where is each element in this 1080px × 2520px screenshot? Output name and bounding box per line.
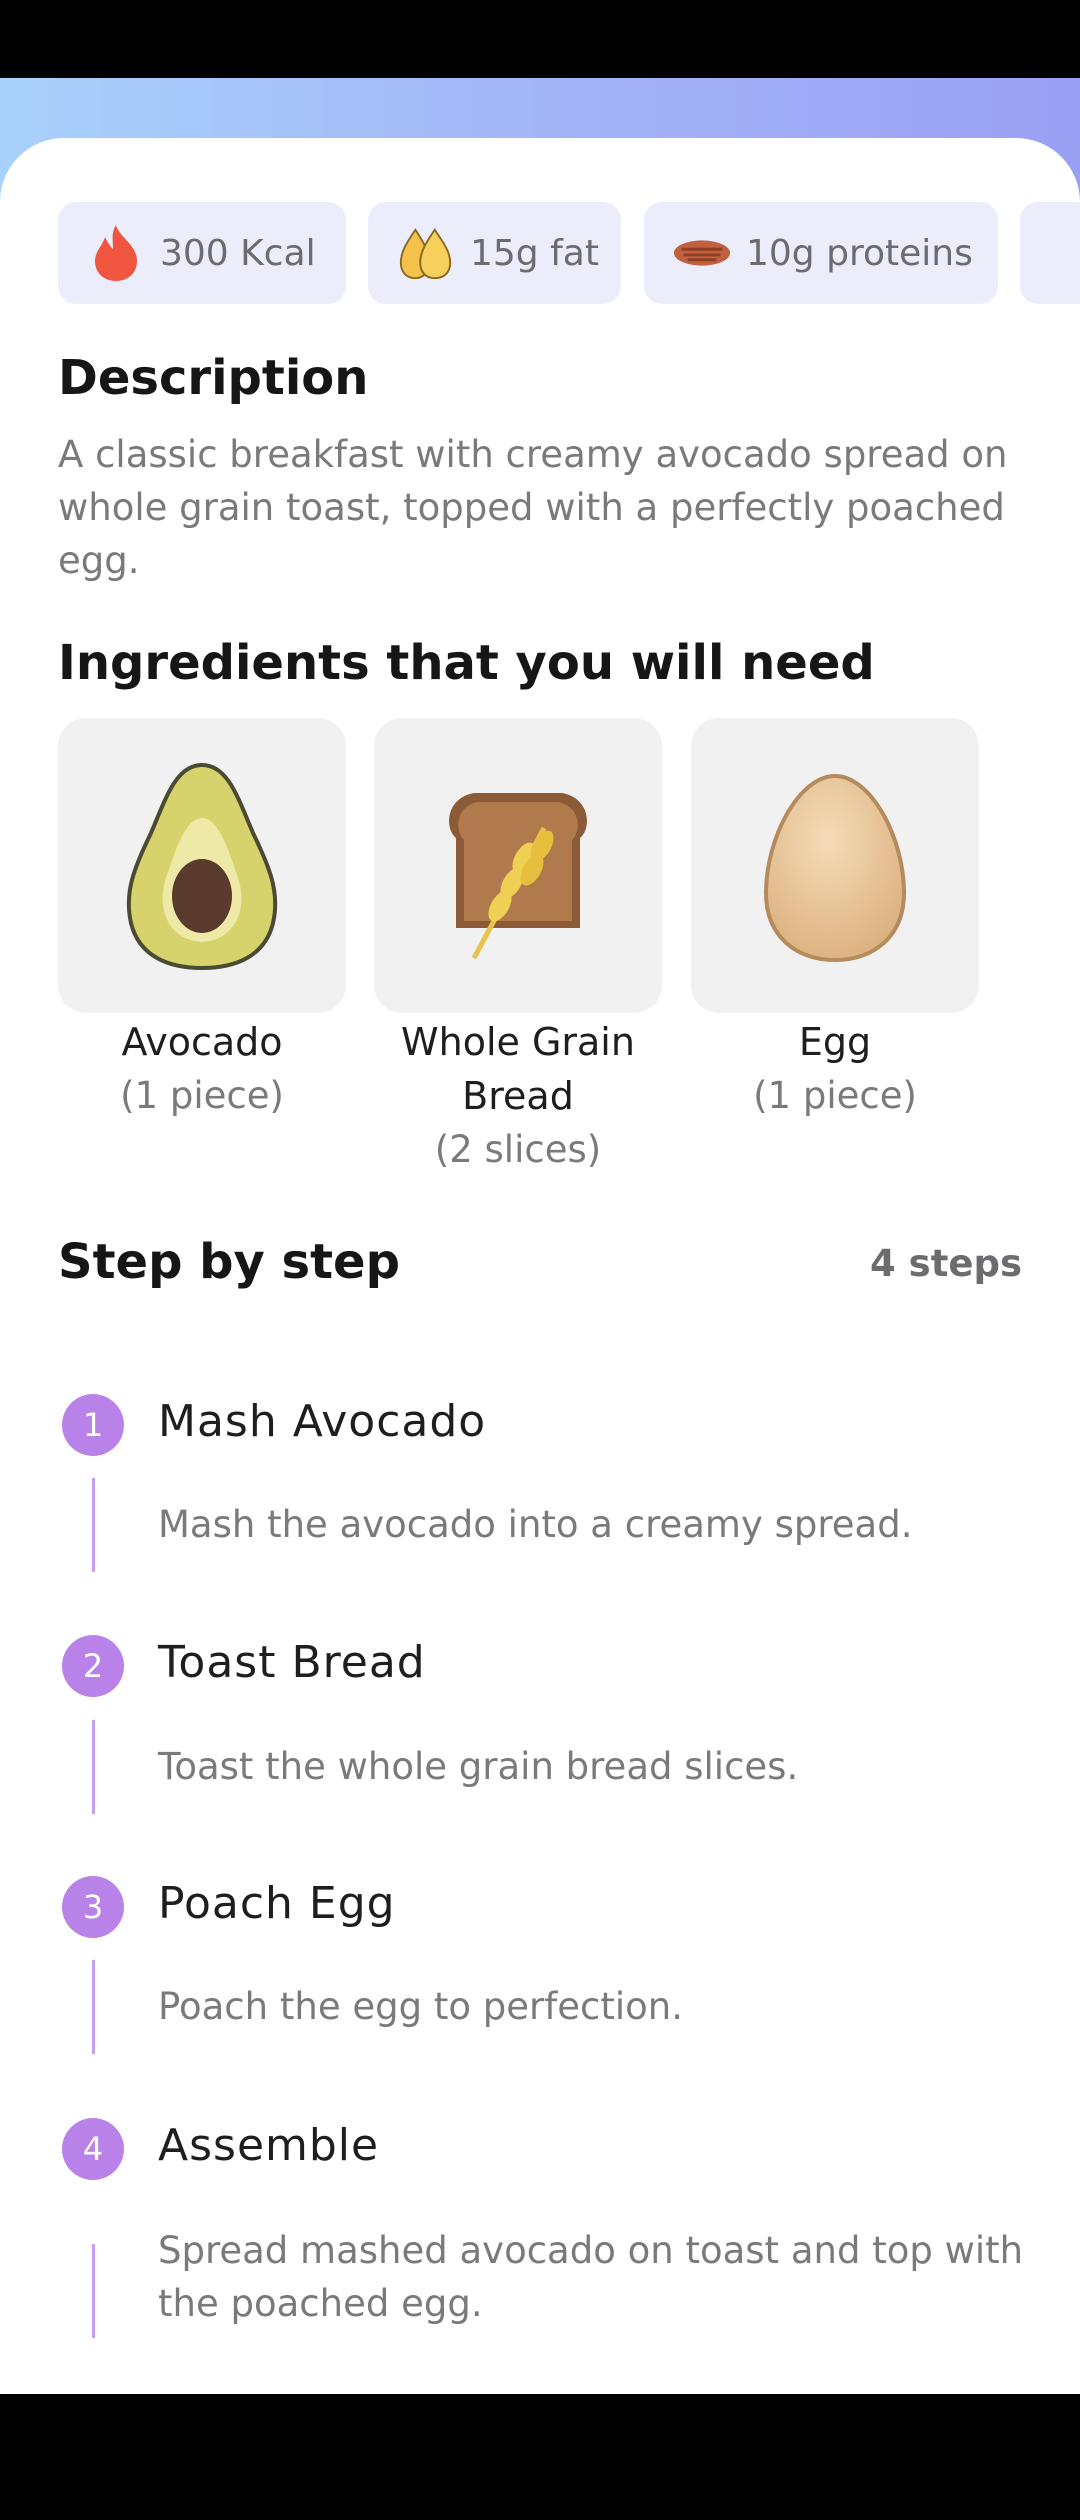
ingredient-card-egg[interactable] bbox=[691, 718, 979, 1013]
ingredient-name-avocado: Avocado bbox=[121, 1020, 283, 1064]
calories-label: 300 Kcal bbox=[160, 232, 316, 274]
step-title-1: Mash Avocado bbox=[158, 1396, 487, 1447]
ingredient-card-avocado[interactable] bbox=[58, 718, 346, 1013]
step-number-3: 3 bbox=[62, 1876, 124, 1938]
step-connector-2 bbox=[92, 1720, 95, 1814]
step-desc-3: Poach the egg to perfection. bbox=[158, 1985, 683, 2028]
flame-icon bbox=[86, 223, 146, 283]
fat-chip: 15g fat bbox=[368, 202, 621, 304]
fat-drops-icon bbox=[396, 223, 456, 283]
ingredient-name-egg: Egg bbox=[798, 1020, 872, 1064]
step-title-3: Poach Egg bbox=[158, 1878, 396, 1929]
step-title-2: Toast Bread bbox=[158, 1637, 426, 1688]
fat-label: 15g fat bbox=[470, 232, 599, 274]
avocado-icon bbox=[126, 762, 278, 971]
step-number-2: 2 bbox=[62, 1635, 124, 1697]
protein-chip: 10g proteins bbox=[644, 202, 998, 304]
protein-label: 10g proteins bbox=[746, 232, 973, 274]
steps-count: 4 steps bbox=[870, 1242, 1022, 1285]
step-connector-4 bbox=[92, 2244, 95, 2338]
calories-chip: 300 Kcal bbox=[58, 202, 346, 304]
steps-heading: Step by step bbox=[58, 1234, 400, 1290]
description-text: A classic breakfast with creamy avocado … bbox=[58, 433, 1008, 582]
bottom-system-bar bbox=[0, 2394, 1080, 2520]
ingredient-qty-egg: (1 piece) bbox=[753, 1074, 917, 1117]
step-number-4: 4 bbox=[62, 2118, 124, 2180]
description-heading: Description bbox=[58, 350, 369, 406]
ingredient-qty-bread: (2 slices) bbox=[434, 1128, 602, 1171]
step-desc-2: Toast the whole grain bread slices. bbox=[158, 1745, 799, 1788]
step-title-4: Assemble bbox=[158, 2120, 380, 2171]
steak-icon bbox=[672, 223, 732, 283]
more-chip-edge bbox=[1020, 202, 1080, 304]
step-connector-1 bbox=[92, 1478, 95, 1572]
recipe-sheet: 300 Kcal 15g fat 10g proteins Descriptio… bbox=[0, 138, 1080, 2394]
ingredient-qty-avocado: (1 piece) bbox=[120, 1074, 284, 1117]
step-desc-4: Spread mashed avocado on toast and top w… bbox=[158, 2229, 1024, 2325]
egg-icon bbox=[763, 773, 907, 963]
ingredients-heading: Ingredients that you will need bbox=[58, 635, 875, 691]
ingredient-card-bread[interactable] bbox=[374, 718, 662, 1013]
ingredient-name-bread: Whole Grain Bread bbox=[401, 1020, 635, 1118]
nutrition-chips[interactable]: 300 Kcal 15g fat 10g proteins bbox=[58, 202, 1080, 304]
step-desc-1: Mash the avocado into a creamy spread. bbox=[158, 1503, 913, 1546]
bread-icon bbox=[449, 793, 587, 960]
step-connector-3 bbox=[92, 1960, 95, 2054]
step-number-1: 1 bbox=[62, 1394, 124, 1456]
